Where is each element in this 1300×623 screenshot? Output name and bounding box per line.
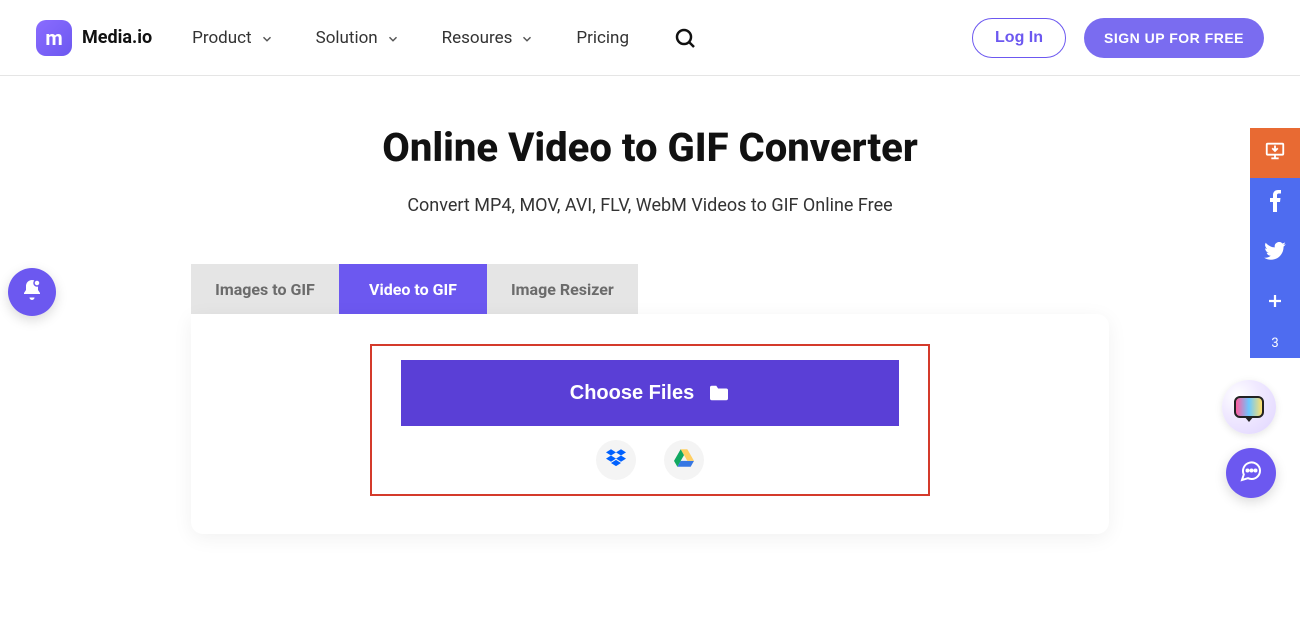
nav-label: Resoures bbox=[442, 28, 513, 48]
nav-label: Product bbox=[192, 28, 251, 48]
choose-files-label: Choose Files bbox=[570, 382, 694, 405]
page-subtitle: Convert MP4, MOV, AVI, FLV, WebM Videos … bbox=[0, 195, 1300, 216]
auth-area: Log In SIGN UP FOR FREE bbox=[972, 18, 1264, 58]
dropbox-button[interactable] bbox=[596, 440, 636, 480]
tabs: Images to GIF Video to GIF Image Resizer bbox=[191, 264, 1109, 314]
nav-solution[interactable]: Solution bbox=[316, 28, 398, 48]
brand-name: Media.io bbox=[82, 27, 152, 48]
google-drive-button[interactable] bbox=[664, 440, 704, 480]
nav-resources[interactable]: Resoures bbox=[442, 28, 533, 48]
tab-image-resizer[interactable]: Image Resizer bbox=[487, 264, 638, 314]
plus-icon bbox=[1266, 292, 1284, 314]
feedback-widget-button[interactable] bbox=[1222, 380, 1276, 434]
search-icon[interactable] bbox=[673, 26, 697, 50]
share-twitter-button[interactable] bbox=[1250, 228, 1300, 278]
header: m Media.io Product Solution Resoures Pri… bbox=[0, 0, 1300, 76]
share-facebook-button[interactable] bbox=[1250, 178, 1300, 228]
primary-nav: Product Solution Resoures Pricing bbox=[192, 28, 629, 48]
logo-letter: m bbox=[45, 26, 62, 50]
chevron-down-icon bbox=[260, 32, 272, 44]
share-count: 3 bbox=[1250, 328, 1300, 358]
page-title: Online Video to GIF Converter bbox=[0, 124, 1300, 171]
logo[interactable]: m Media.io bbox=[36, 20, 152, 56]
chevron-down-icon bbox=[520, 32, 532, 44]
highlight-box: Choose Files bbox=[370, 344, 930, 496]
facebook-icon bbox=[1269, 190, 1281, 216]
dropbox-icon bbox=[606, 449, 626, 471]
logo-icon: m bbox=[36, 20, 72, 56]
upload-panel: Choose Files bbox=[191, 314, 1109, 534]
tab-video-to-gif[interactable]: Video to GIF bbox=[339, 264, 487, 314]
share-download-button[interactable] bbox=[1250, 128, 1300, 178]
cloud-options bbox=[596, 440, 704, 480]
chat-button[interactable] bbox=[1226, 448, 1276, 498]
nav-label: Pricing bbox=[576, 28, 629, 48]
nav-label: Solution bbox=[316, 28, 378, 48]
feedback-icon bbox=[1234, 396, 1264, 418]
download-icon bbox=[1264, 140, 1286, 166]
share-sidebar: 3 bbox=[1250, 128, 1300, 358]
notifications-button[interactable] bbox=[8, 268, 56, 316]
folder-icon bbox=[708, 384, 730, 402]
chat-icon bbox=[1239, 459, 1263, 487]
login-button[interactable]: Log In bbox=[972, 18, 1066, 58]
signup-button[interactable]: SIGN UP FOR FREE bbox=[1084, 18, 1264, 58]
tab-images-to-gif[interactable]: Images to GIF bbox=[191, 264, 339, 314]
nav-product[interactable]: Product bbox=[192, 28, 271, 48]
nav-pricing[interactable]: Pricing bbox=[576, 28, 629, 48]
converter-card: Images to GIF Video to GIF Image Resizer… bbox=[191, 264, 1109, 534]
bell-icon bbox=[20, 278, 44, 306]
twitter-icon bbox=[1264, 242, 1286, 264]
chevron-down-icon bbox=[386, 32, 398, 44]
google-drive-icon bbox=[674, 449, 694, 471]
choose-files-button[interactable]: Choose Files bbox=[401, 360, 899, 426]
main: Online Video to GIF Converter Convert MP… bbox=[0, 76, 1300, 534]
share-more-button[interactable] bbox=[1250, 278, 1300, 328]
